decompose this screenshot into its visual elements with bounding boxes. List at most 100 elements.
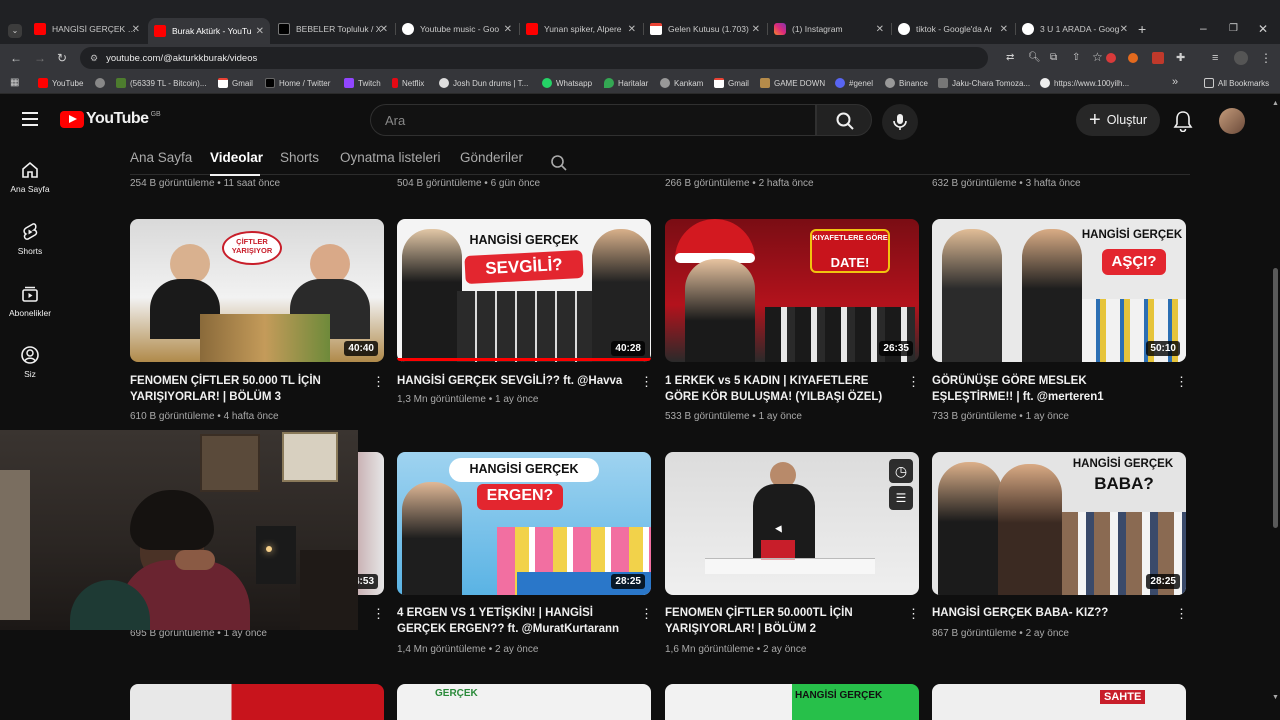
video-thumbnail[interactable]: KIYAFETLERE GÖRE DATE! 26:35 — [665, 219, 919, 362]
video-title[interactable]: FENOMEN ÇİFTLER 50.000 TL İÇİN YARIŞIYOR… — [130, 373, 365, 405]
tab-1[interactable]: HANGİSİ GERÇEK SEV ✕ — [28, 18, 146, 40]
bookmark-youtube[interactable]: YouTube — [38, 76, 83, 90]
tab-8[interactable]: tiktok - Google'da Ar ✕ — [892, 18, 1014, 40]
reload-icon[interactable]: ↻ — [57, 52, 67, 64]
sidebar-item-subscriptions[interactable]: Abonelikler — [0, 284, 60, 318]
video-menu-icon[interactable]: ⋮ — [372, 375, 385, 388]
tab-posts[interactable]: Gönderiler — [460, 150, 523, 165]
media-control-icon[interactable]: ≡ — [1212, 52, 1218, 64]
video-title[interactable]: 4 ERGEN VS 1 YETİŞKİN! | HANGİSİ GERÇEK … — [397, 605, 632, 637]
install-icon[interactable]: ⧉ — [1050, 52, 1057, 64]
video-menu-icon[interactable]: ⋮ — [372, 607, 385, 620]
translate-icon[interactable]: ⇄ — [1006, 52, 1014, 64]
bookmark-kankam[interactable]: Kankam — [660, 76, 703, 90]
video-thumbnail[interactable]: HANGİSİ GERÇEK — [665, 684, 919, 720]
watch-later-icon[interactable]: ◷ — [889, 459, 913, 483]
close-tab-icon[interactable]: ✕ — [752, 24, 760, 35]
video-thumbnail[interactable]: ÇİFTLER YARIŞIYOR 40:40 — [130, 219, 384, 362]
minimize-icon[interactable]: – — [1200, 22, 1207, 34]
extension-icon[interactable] — [1152, 52, 1164, 64]
forward-icon[interactable]: → — [34, 52, 46, 64]
tab-5[interactable]: Yunan spiker, Alpere ✕ — [520, 18, 642, 40]
tab-search-icon[interactable]: ⌄ — [8, 24, 22, 38]
video-thumbnail[interactable] — [130, 684, 384, 720]
bookmark-netflix[interactable]: Netflix — [392, 76, 424, 90]
video-title[interactable]: 1 ERKEK vs 5 KADIN | KIYAFETLERE GÖRE KÖ… — [665, 373, 900, 405]
video-thumbnail[interactable]: GERÇEK — [397, 684, 651, 720]
channel-search-icon[interactable] — [550, 154, 568, 172]
profile-icon[interactable] — [1234, 51, 1248, 65]
close-tab-icon[interactable]: ✕ — [504, 24, 512, 35]
bookmark-maps[interactable]: Haritalar — [604, 76, 648, 90]
restore-icon[interactable]: ❐ — [1229, 23, 1238, 35]
extension-icon[interactable] — [1106, 53, 1116, 63]
extension-icon[interactable] — [1128, 53, 1138, 63]
bookmark-bitcoin[interactable] — [95, 76, 109, 90]
video-thumbnail[interactable]: HANGİSİ GERÇEK SEVGİLİ? 40:28 — [397, 219, 651, 362]
close-window-icon[interactable]: ✕ — [1258, 23, 1268, 35]
sidebar-item-shorts[interactable]: Shorts — [0, 222, 60, 256]
bookmark-genel[interactable]: #genel — [835, 76, 873, 90]
tab-9[interactable]: 3 U 1 ARADA - Goog ✕ — [1016, 18, 1134, 40]
share-icon[interactable]: ⇧ — [1072, 52, 1080, 64]
video-title[interactable]: GÖRÜNÜŞE GÖRE MESLEK EŞLEŞTİRME!! | ft. … — [932, 373, 1167, 405]
bookmark-josh-dun[interactable]: Josh Dun drums | T... — [439, 76, 528, 90]
tab-shorts[interactable]: Shorts — [280, 150, 319, 165]
bookmark-gmail-2[interactable]: Gmail — [714, 76, 749, 90]
tab-home[interactable]: Ana Sayfa — [130, 150, 192, 165]
video-title[interactable]: FENOMEN ÇİFTLER 50.000TL İÇİN YARIŞIYORL… — [665, 605, 900, 637]
account-avatar[interactable] — [1219, 108, 1245, 134]
new-tab-icon[interactable]: + — [1138, 22, 1146, 36]
bookmark-100yil[interactable]: https://www.100yilh... — [1040, 76, 1129, 90]
tab-playlists[interactable]: Oynatma listeleri — [340, 150, 441, 165]
site-info-icon[interactable]: ⚙ — [90, 53, 98, 64]
close-tab-icon[interactable]: ✕ — [132, 24, 140, 35]
voice-search-button[interactable] — [882, 104, 918, 140]
close-tab-icon[interactable]: ✕ — [256, 26, 264, 37]
more-bookmarks-icon[interactable]: » — [1172, 76, 1178, 88]
bookmark-twitch[interactable]: Twitch — [344, 76, 381, 90]
close-tab-icon[interactable]: ✕ — [380, 24, 388, 35]
add-to-queue-icon[interactable]: ☰ — [889, 486, 913, 510]
close-tab-icon[interactable]: ✕ — [1000, 24, 1008, 35]
bookmark-twitter[interactable]: Home / Twitter — [265, 76, 330, 90]
video-menu-icon[interactable]: ⋮ — [640, 375, 653, 388]
bookmark-binance[interactable]: Binance — [885, 76, 928, 90]
notifications-bell-icon[interactable] — [1173, 110, 1193, 132]
tab-videos[interactable]: Videolar — [210, 150, 263, 165]
address-bar[interactable]: ⚙ youtube.com/@akturkkburak/videos — [80, 47, 988, 69]
close-tab-icon[interactable]: ✕ — [628, 24, 636, 35]
back-icon[interactable]: ← — [10, 52, 22, 64]
scroll-down-icon[interactable]: ▼ — [1272, 694, 1279, 701]
bookmark-jaku-chara[interactable]: Jaku-Chara Tomoza... — [938, 76, 1030, 90]
tab-6[interactable]: Gelen Kutusu (1.703) ✕ — [644, 18, 766, 40]
youtube-logo[interactable]: YouTube GB — [60, 110, 161, 128]
scroll-up-icon[interactable]: ▲ — [1272, 100, 1279, 107]
bookmark-star-icon[interactable]: ☆ — [1092, 51, 1103, 63]
video-menu-icon[interactable]: ⋮ — [907, 375, 920, 388]
bookmark-bitcoin-tl[interactable]: (56339 TL - Bitcoin)... — [116, 76, 206, 90]
zoom-icon[interactable]: 🔍︎ — [1028, 52, 1041, 64]
video-thumbnail[interactable]: HANGİSİ GERÇEK AŞÇI? 50:10 — [932, 219, 1186, 362]
video-thumbnail[interactable]: SAHTE — [932, 684, 1186, 720]
all-bookmarks[interactable]: All Bookmarks — [1204, 76, 1269, 90]
bookmark-gmail[interactable]: Gmail — [218, 76, 253, 90]
video-thumbnail[interactable]: HANGİSİ GERÇEK ERGEN? 28:25 — [397, 452, 651, 595]
search-input[interactable]: Ara — [370, 104, 816, 136]
video-menu-icon[interactable]: ⋮ — [1175, 607, 1188, 620]
extensions-puzzle-icon[interactable]: ✚ — [1176, 52, 1185, 64]
bookmark-whatsapp[interactable]: Whatsapp — [542, 76, 592, 90]
sidebar-item-home[interactable]: Ana Sayfa — [0, 160, 60, 194]
video-thumbnail[interactable]: HANGİSİ GERÇEK BABA? 28:25 — [932, 452, 1186, 595]
search-button[interactable] — [816, 104, 872, 136]
sidebar-item-you[interactable]: Siz — [0, 345, 60, 379]
page-scrollbar[interactable]: ▲ ▼ — [1271, 100, 1280, 720]
video-menu-icon[interactable]: ⋮ — [907, 607, 920, 620]
close-tab-icon[interactable]: ✕ — [1120, 24, 1128, 35]
tab-3[interactable]: BEBELER Topluluk / X ✕ — [272, 18, 394, 40]
close-tab-icon[interactable]: ✕ — [876, 24, 884, 35]
hamburger-menu-icon[interactable] — [22, 112, 38, 126]
create-button[interactable]: + Oluştur — [1076, 104, 1160, 136]
apps-grid-icon[interactable]: ▦ — [10, 77, 19, 89]
video-menu-icon[interactable]: ⋮ — [1175, 375, 1188, 388]
